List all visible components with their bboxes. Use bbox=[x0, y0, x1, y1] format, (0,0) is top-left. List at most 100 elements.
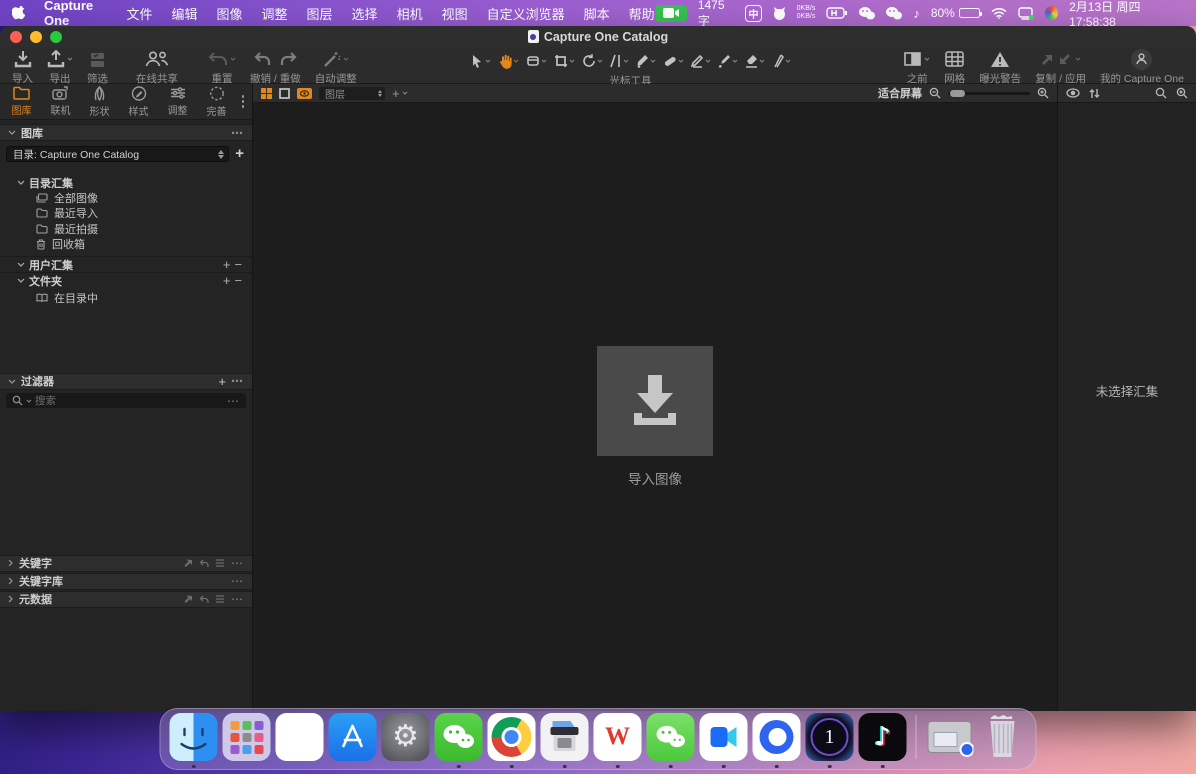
tab-styles[interactable]: 样式 bbox=[119, 84, 158, 119]
dock-finder-icon[interactable] bbox=[169, 712, 219, 762]
tree-item-in-catalog[interactable]: 在目录中 bbox=[0, 290, 252, 306]
tab-tether[interactable]: 联机 bbox=[41, 84, 80, 119]
word-count-status[interactable]: 1475字 bbox=[698, 0, 735, 29]
dock-app-store-icon[interactable] bbox=[328, 712, 378, 762]
remove-collection-button[interactable]: − bbox=[234, 257, 242, 272]
screen-record-camera-icon[interactable] bbox=[655, 5, 687, 22]
fit-screen-label[interactable]: 适合屏幕 bbox=[878, 85, 922, 101]
add-catalog-button[interactable]: + bbox=[235, 147, 244, 161]
dock-trash-icon[interactable] bbox=[978, 712, 1028, 762]
gradient-mask-tool[interactable] bbox=[770, 53, 793, 69]
export-button[interactable]: 导出 bbox=[47, 49, 73, 86]
browser-search-icon[interactable] bbox=[1155, 87, 1167, 99]
dock-notes-icon[interactable] bbox=[275, 712, 325, 762]
menu-script[interactable]: 脚本 bbox=[584, 4, 610, 23]
auto-adjust-button[interactable]: 自动调整 bbox=[315, 49, 357, 86]
dock-wps-office-icon[interactable]: W bbox=[593, 712, 643, 762]
crop-tool[interactable] bbox=[552, 53, 577, 69]
menu-image[interactable]: 图像 bbox=[217, 4, 243, 23]
tree-item-trash[interactable]: 回收箱 bbox=[0, 237, 252, 253]
wechat-2-status-icon[interactable] bbox=[886, 7, 902, 20]
colored-globe-icon[interactable] bbox=[1045, 6, 1058, 20]
import-button[interactable]: 导入 bbox=[12, 49, 33, 86]
library-more-icon[interactable]: ⋯ bbox=[231, 126, 244, 140]
filters-panel-header[interactable]: 过滤器 + ⋯ bbox=[0, 373, 252, 390]
zoom-out-icon[interactable] bbox=[929, 87, 941, 99]
search-input[interactable] bbox=[35, 395, 224, 407]
sort-icon[interactable] bbox=[1089, 88, 1100, 99]
copy-apply-button[interactable]: 复制 / 应用 bbox=[1035, 49, 1086, 86]
add-filter-button[interactable]: + bbox=[218, 374, 226, 389]
proof-view-icon[interactable] bbox=[297, 88, 312, 99]
dock-launchpad-icon[interactable] bbox=[222, 712, 272, 762]
dock-printer-icon[interactable] bbox=[540, 712, 590, 762]
menu-help[interactable]: 帮助 bbox=[629, 4, 655, 23]
tree-item-recent-imports[interactable]: 最近导入 bbox=[0, 206, 252, 222]
dock-douyin-icon[interactable]: ♪ bbox=[858, 712, 908, 762]
tab-library[interactable]: 图库 bbox=[2, 84, 41, 119]
douyin-status-icon[interactable]: ♪ bbox=[913, 7, 920, 20]
grid-button[interactable]: 网格 bbox=[944, 49, 965, 86]
search-field[interactable]: ⋯ bbox=[6, 393, 246, 408]
metadata-more-icon[interactable]: ⋯ bbox=[231, 592, 244, 606]
power-plug-icon[interactable] bbox=[826, 7, 848, 19]
minimize-window-button[interactable] bbox=[30, 31, 42, 43]
dock-system-settings-icon[interactable]: ⚙ bbox=[381, 712, 431, 762]
single-view-icon[interactable] bbox=[279, 88, 290, 99]
document-proxy-icon[interactable] bbox=[528, 30, 539, 43]
tab-shapes[interactable]: 形状 bbox=[80, 84, 119, 119]
grid-view-icon[interactable] bbox=[261, 88, 272, 99]
menu-select[interactable]: 选择 bbox=[352, 4, 378, 23]
pick-arrow-icon[interactable] bbox=[184, 595, 193, 604]
tool-tabs-more-icon[interactable] bbox=[236, 84, 250, 119]
tab-adjustments[interactable]: 调整 bbox=[158, 84, 197, 119]
filter-button[interactable]: 筛选 bbox=[87, 49, 108, 86]
remove-folder-button[interactable]: − bbox=[234, 273, 242, 288]
apple-menu-icon[interactable] bbox=[12, 6, 25, 21]
battery-status[interactable]: 80% bbox=[931, 6, 980, 20]
user-collections-section[interactable]: 用户汇集 + − bbox=[0, 256, 252, 272]
my-capture-one-button[interactable]: 我的 Capture One bbox=[1100, 49, 1184, 86]
keywords-more-icon[interactable]: ⋯ bbox=[231, 556, 244, 570]
catalog-collections-section[interactable]: 目录汇集 bbox=[0, 175, 252, 190]
zoom-window-button[interactable] bbox=[50, 31, 62, 43]
keyword-library-more-icon[interactable]: ⋯ bbox=[231, 574, 244, 588]
cat-icon[interactable] bbox=[773, 6, 786, 20]
tab-refine[interactable]: 完善 bbox=[197, 84, 236, 119]
dock-wechat-2-icon[interactable] bbox=[646, 712, 696, 762]
menu-camera[interactable]: 相机 bbox=[397, 4, 423, 23]
menu-adjust[interactable]: 调整 bbox=[262, 4, 288, 23]
close-window-button[interactable] bbox=[10, 31, 22, 43]
zoom-in-icon[interactable] bbox=[1037, 87, 1049, 99]
add-collection-button[interactable]: + bbox=[223, 257, 231, 272]
network-speed-status[interactable]: 0KB/s 0KB/s bbox=[797, 5, 816, 21]
rotate-tool[interactable] bbox=[580, 53, 605, 69]
display-mirroring-icon[interactable] bbox=[1018, 7, 1034, 20]
heal-brush-tool[interactable] bbox=[661, 53, 686, 69]
browser-zoom-icon[interactable] bbox=[1176, 87, 1188, 99]
menubar-clock[interactable]: 2月13日 周四 17:58:38 bbox=[1069, 0, 1184, 29]
reset-button[interactable]: 重置 bbox=[208, 49, 236, 86]
pointer-tool[interactable] bbox=[468, 53, 493, 70]
search-options-icon[interactable]: ⋯ bbox=[227, 394, 240, 408]
wechat-status-icon[interactable] bbox=[859, 7, 875, 20]
layers-select[interactable]: 图层 bbox=[319, 87, 385, 100]
exposure-warning-button[interactable]: 曝光警告 bbox=[979, 49, 1021, 86]
dock-capture-one-icon[interactable]: 1 bbox=[805, 712, 855, 762]
add-folder-button[interactable]: + bbox=[223, 273, 231, 288]
wifi-icon[interactable] bbox=[991, 7, 1007, 19]
eye-icon[interactable] bbox=[1066, 88, 1080, 98]
pick-arrow-icon[interactable] bbox=[184, 559, 193, 568]
menu-view[interactable]: 视图 bbox=[442, 4, 468, 23]
keyword-library-panel-header[interactable]: 关键字库 ⋯ bbox=[0, 573, 252, 590]
menu-file[interactable]: 文件 bbox=[126, 4, 152, 23]
undo-redo-buttons[interactable]: 撤销 / 重做 bbox=[250, 49, 301, 86]
menu-app-name[interactable]: Capture One bbox=[44, 0, 107, 28]
draw-mask-tool[interactable] bbox=[716, 53, 740, 69]
dock-chrome-icon[interactable] bbox=[487, 712, 537, 762]
dock-minimized-window-icon[interactable] bbox=[925, 712, 975, 762]
loupe-tool[interactable] bbox=[524, 53, 549, 69]
spot-removal-tool[interactable] bbox=[634, 53, 658, 69]
library-panel-header[interactable]: 图库 ⋯ bbox=[0, 124, 252, 141]
reset-panel-icon[interactable] bbox=[199, 559, 209, 568]
